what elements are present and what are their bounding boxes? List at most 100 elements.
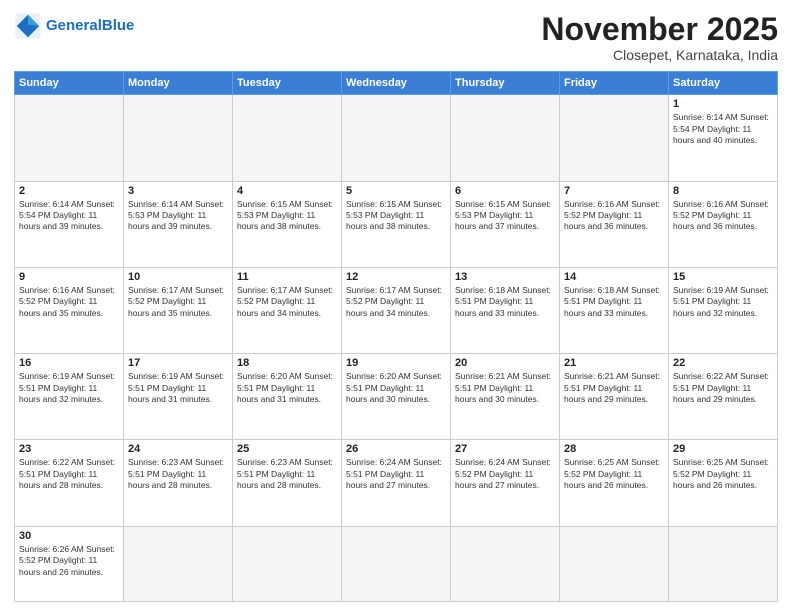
calendar: SundayMondayTuesdayWednesdayThursdayFrid… xyxy=(14,71,778,602)
cell-info: Sunrise: 6:25 AM Sunset: 5:52 PM Dayligh… xyxy=(673,457,773,491)
day-number: 8 xyxy=(673,185,773,197)
day-number: 25 xyxy=(237,443,337,455)
calendar-cell xyxy=(15,95,124,181)
cell-info: Sunrise: 6:21 AM Sunset: 5:51 PM Dayligh… xyxy=(455,371,555,405)
day-number: 10 xyxy=(128,271,228,283)
calendar-cell: 3 Sunrise: 6:14 AM Sunset: 5:53 PM Daylig… xyxy=(124,181,233,267)
calendar-cell: 30Sunrise: 6:26 AM Sunset: 5:52 PM Dayli… xyxy=(15,526,124,601)
calendar-cell: 9 Sunrise: 6:16 AM Sunset: 5:52 PM Daylig… xyxy=(15,267,124,353)
cell-info: Sunrise: 6:17 AM Sunset: 5:52 PM Dayligh… xyxy=(237,285,337,319)
cell-info: Sunrise: 6:15 AM Sunset: 5:53 PM Dayligh… xyxy=(346,199,446,233)
calendar-cell: 27Sunrise: 6:24 AM Sunset: 5:52 PM Dayli… xyxy=(451,440,560,526)
cell-info: Sunrise: 6:24 AM Sunset: 5:52 PM Dayligh… xyxy=(455,457,555,491)
calendar-cell xyxy=(451,95,560,181)
calendar-week-row: 2Sunrise: 6:14 AM Sunset: 5:54 PM Daylig… xyxy=(15,181,778,267)
cell-info: Sunrise: 6:15 AM Sunset: 5:53 PM Dayligh… xyxy=(237,199,337,233)
cell-info: Sunrise: 6:18 AM Sunset: 5:51 PM Dayligh… xyxy=(455,285,555,319)
day-header-sunday: Sunday xyxy=(15,72,124,95)
calendar-cell: 23 Sunrise: 6:22 AM Sunset: 5:51 PM Dayli… xyxy=(15,440,124,526)
calendar-cell: 1 Sunrise: 6:14 AM Sunset: 5:54 PM Daylig… xyxy=(669,95,778,181)
calendar-cell xyxy=(560,95,669,181)
calendar-header-row: SundayMondayTuesdayWednesdayThursdayFrid… xyxy=(15,72,778,95)
calendar-cell: 25Sunrise: 6:23 AM Sunset: 5:51 PM Dayli… xyxy=(233,440,342,526)
calendar-cell: 21 Sunrise: 6:21 AM Sunset: 5:51 PM Dayli… xyxy=(560,354,669,440)
logo-icon xyxy=(14,12,42,40)
month-title: November 2025 xyxy=(541,12,778,47)
logo: GeneralBlue xyxy=(14,12,134,40)
day-number: 9 xyxy=(19,271,119,283)
calendar-week-row: 9 Sunrise: 6:16 AM Sunset: 5:52 PM Daylig… xyxy=(15,267,778,353)
calendar-week-row: 23 Sunrise: 6:22 AM Sunset: 5:51 PM Dayli… xyxy=(15,440,778,526)
calendar-cell: 4Sunrise: 6:15 AM Sunset: 5:53 PM Daylig… xyxy=(233,181,342,267)
calendar-cell xyxy=(124,526,233,601)
cell-info: Sunrise: 6:14 AM Sunset: 5:53 PM Dayligh… xyxy=(128,199,228,233)
calendar-cell xyxy=(669,526,778,601)
day-number: 21 xyxy=(564,357,664,369)
cell-info: Sunrise: 6:25 AM Sunset: 5:52 PM Dayligh… xyxy=(564,457,664,491)
calendar-week-row: 16 Sunrise: 6:19 AM Sunset: 5:51 PM Dayli… xyxy=(15,354,778,440)
logo-text: GeneralBlue xyxy=(46,18,134,35)
day-header-monday: Monday xyxy=(124,72,233,95)
cell-info: Sunrise: 6:24 AM Sunset: 5:51 PM Dayligh… xyxy=(346,457,446,491)
day-number: 6 xyxy=(455,185,555,197)
cell-info: Sunrise: 6:14 AM Sunset: 5:54 PM Dayligh… xyxy=(673,112,773,146)
calendar-cell: 26 Sunrise: 6:24 AM Sunset: 5:51 PM Dayli… xyxy=(342,440,451,526)
header: GeneralBlue November 2025 Closepet, Karn… xyxy=(14,12,778,63)
cell-info: Sunrise: 6:19 AM Sunset: 5:51 PM Dayligh… xyxy=(128,371,228,405)
cell-info: Sunrise: 6:19 AM Sunset: 5:51 PM Dayligh… xyxy=(673,285,773,319)
cell-info: Sunrise: 6:17 AM Sunset: 5:52 PM Dayligh… xyxy=(128,285,228,319)
cell-info: Sunrise: 6:14 AM Sunset: 5:54 PM Dayligh… xyxy=(19,199,119,233)
day-number: 18 xyxy=(237,357,337,369)
cell-info: Sunrise: 6:16 AM Sunset: 5:52 PM Dayligh… xyxy=(564,199,664,233)
day-number: 17 xyxy=(128,357,228,369)
day-number: 15 xyxy=(673,271,773,283)
calendar-cell: 20 Sunrise: 6:21 AM Sunset: 5:51 PM Dayli… xyxy=(451,354,560,440)
logo-general: General xyxy=(46,17,102,34)
day-number: 22 xyxy=(673,357,773,369)
cell-info: Sunrise: 6:20 AM Sunset: 5:51 PM Dayligh… xyxy=(237,371,337,405)
calendar-cell: 22 Sunrise: 6:22 AM Sunset: 5:51 PM Dayli… xyxy=(669,354,778,440)
calendar-cell: 8 Sunrise: 6:16 AM Sunset: 5:52 PM Daylig… xyxy=(669,181,778,267)
day-number: 11 xyxy=(237,271,337,283)
calendar-cell: 29 Sunrise: 6:25 AM Sunset: 5:52 PM Dayli… xyxy=(669,440,778,526)
calendar-cell: 13 Sunrise: 6:18 AM Sunset: 5:51 PM Dayli… xyxy=(451,267,560,353)
cell-info: Sunrise: 6:22 AM Sunset: 5:51 PM Dayligh… xyxy=(19,457,119,491)
calendar-cell: 10 Sunrise: 6:17 AM Sunset: 5:52 PM Dayli… xyxy=(124,267,233,353)
day-number: 28 xyxy=(564,443,664,455)
day-number: 24 xyxy=(128,443,228,455)
calendar-cell: 5Sunrise: 6:15 AM Sunset: 5:53 PM Daylig… xyxy=(342,181,451,267)
calendar-cell: 6 Sunrise: 6:15 AM Sunset: 5:53 PM Daylig… xyxy=(451,181,560,267)
cell-info: Sunrise: 6:26 AM Sunset: 5:52 PM Dayligh… xyxy=(19,544,119,578)
day-number: 16 xyxy=(19,357,119,369)
calendar-cell: 19Sunrise: 6:20 AM Sunset: 5:51 PM Dayli… xyxy=(342,354,451,440)
day-number: 7 xyxy=(564,185,664,197)
calendar-cell: 16 Sunrise: 6:19 AM Sunset: 5:51 PM Dayli… xyxy=(15,354,124,440)
day-number: 12 xyxy=(346,271,446,283)
calendar-cell xyxy=(560,526,669,601)
cell-info: Sunrise: 6:22 AM Sunset: 5:51 PM Dayligh… xyxy=(673,371,773,405)
calendar-cell: 28 Sunrise: 6:25 AM Sunset: 5:52 PM Dayli… xyxy=(560,440,669,526)
calendar-cell: 14Sunrise: 6:18 AM Sunset: 5:51 PM Dayli… xyxy=(560,267,669,353)
day-header-saturday: Saturday xyxy=(669,72,778,95)
calendar-cell: 15 Sunrise: 6:19 AM Sunset: 5:51 PM Dayli… xyxy=(669,267,778,353)
calendar-cell: 12Sunrise: 6:17 AM Sunset: 5:52 PM Dayli… xyxy=(342,267,451,353)
calendar-cell: 7 Sunrise: 6:16 AM Sunset: 5:52 PM Daylig… xyxy=(560,181,669,267)
day-number: 29 xyxy=(673,443,773,455)
day-number: 20 xyxy=(455,357,555,369)
page: GeneralBlue November 2025 Closepet, Karn… xyxy=(0,0,792,612)
cell-info: Sunrise: 6:16 AM Sunset: 5:52 PM Dayligh… xyxy=(19,285,119,319)
day-number: 23 xyxy=(19,443,119,455)
day-number: 26 xyxy=(346,443,446,455)
cell-info: Sunrise: 6:21 AM Sunset: 5:51 PM Dayligh… xyxy=(564,371,664,405)
cell-info: Sunrise: 6:15 AM Sunset: 5:53 PM Dayligh… xyxy=(455,199,555,233)
calendar-cell: 17 Sunrise: 6:19 AM Sunset: 5:51 PM Dayli… xyxy=(124,354,233,440)
day-number: 13 xyxy=(455,271,555,283)
day-number: 3 xyxy=(128,185,228,197)
cell-info: Sunrise: 6:16 AM Sunset: 5:52 PM Dayligh… xyxy=(673,199,773,233)
logo-blue: Blue xyxy=(102,17,135,34)
day-header-tuesday: Tuesday xyxy=(233,72,342,95)
day-number: 1 xyxy=(673,98,773,110)
calendar-week-row: 1 Sunrise: 6:14 AM Sunset: 5:54 PM Daylig… xyxy=(15,95,778,181)
cell-info: Sunrise: 6:23 AM Sunset: 5:51 PM Dayligh… xyxy=(128,457,228,491)
cell-info: Sunrise: 6:19 AM Sunset: 5:51 PM Dayligh… xyxy=(19,371,119,405)
